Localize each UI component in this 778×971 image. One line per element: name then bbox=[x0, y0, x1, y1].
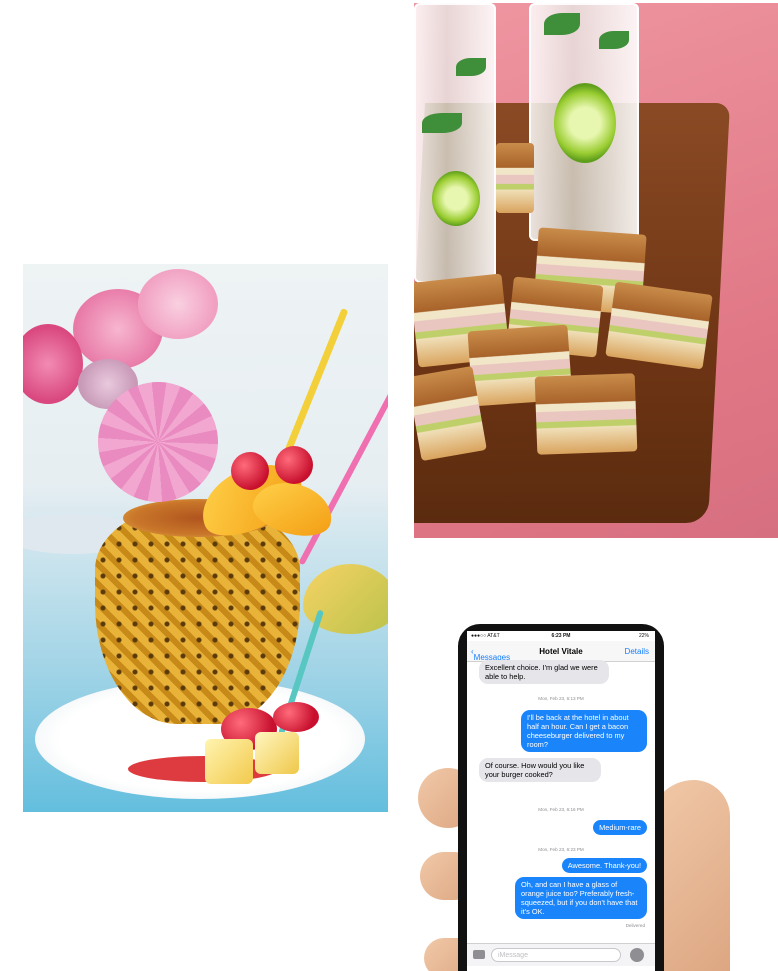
raspberry bbox=[231, 452, 269, 490]
microphone-icon[interactable] bbox=[630, 948, 644, 962]
sandwich-piece bbox=[605, 281, 713, 370]
lime-slice bbox=[432, 171, 480, 226]
messages-nav-bar: Hotel Vitale ‹ Messages Details bbox=[467, 641, 655, 662]
message-input[interactable]: iMessage bbox=[491, 948, 621, 962]
message-bubble-incoming: Of course. How would you like your burge… bbox=[479, 758, 601, 782]
timestamp: Mon, Feb 23, 6:13 PM bbox=[538, 696, 584, 701]
pineapple-drink-photo bbox=[23, 264, 388, 812]
lime-slice bbox=[554, 83, 616, 163]
compose-bar: iMessage bbox=[467, 943, 655, 966]
grilled-sandwiches-photo bbox=[414, 3, 778, 538]
strawberry bbox=[273, 702, 319, 732]
mint-leaf bbox=[599, 31, 629, 49]
clock-label: 6:23 PM bbox=[551, 633, 571, 639]
sandwich-piece bbox=[534, 373, 638, 455]
sandwich-piece bbox=[496, 143, 534, 213]
mint-leaf bbox=[456, 58, 486, 76]
message-bubble-outgoing: Oh, and can I have a glass of orange jui… bbox=[515, 877, 647, 919]
mint-leaf bbox=[544, 13, 580, 35]
mojito-glass bbox=[414, 3, 496, 283]
battery-label: 22% bbox=[638, 633, 649, 639]
pineapple-chunk bbox=[205, 739, 253, 784]
mint-leaf bbox=[422, 113, 462, 133]
pineapple-cup bbox=[95, 504, 300, 724]
message-thread: Excellent choice. I'm glad we were able … bbox=[467, 660, 655, 941]
message-bubble-outgoing: I'll be back at the hotel in about half … bbox=[521, 710, 647, 752]
message-bubble-outgoing: Awesome. Thank-you! bbox=[561, 858, 647, 873]
message-bubble-incoming: Excellent choice. I'm glad we were able … bbox=[479, 660, 609, 684]
phone-screen: ●●●○○ AT&T 6:23 PM 22% Hotel Vitale ‹ Me… bbox=[467, 631, 655, 971]
pink-rose bbox=[138, 269, 218, 339]
delivered-label: Delivered bbox=[625, 923, 645, 928]
phone-messages-photo: ●●●○○ AT&T 6:23 PM 22% Hotel Vitale ‹ Me… bbox=[414, 620, 778, 971]
pineapple-chunk bbox=[255, 732, 299, 774]
pink-straw bbox=[298, 386, 388, 566]
timestamp: Mon, Feb 23, 6:23 PM bbox=[538, 847, 584, 852]
message-bubble-outgoing: Medium-rare bbox=[593, 820, 647, 835]
smartphone: ●●●○○ AT&T 6:23 PM 22% Hotel Vitale ‹ Me… bbox=[458, 624, 664, 971]
camera-icon[interactable] bbox=[473, 950, 485, 959]
raspberry bbox=[275, 446, 313, 484]
timestamp: Mon, Feb 23, 6:16 PM bbox=[538, 807, 584, 812]
details-button[interactable]: Details bbox=[625, 647, 649, 656]
back-button[interactable]: ‹ Messages bbox=[471, 647, 510, 662]
status-bar: ●●●○○ AT&T 6:23 PM 22% bbox=[467, 631, 655, 641]
